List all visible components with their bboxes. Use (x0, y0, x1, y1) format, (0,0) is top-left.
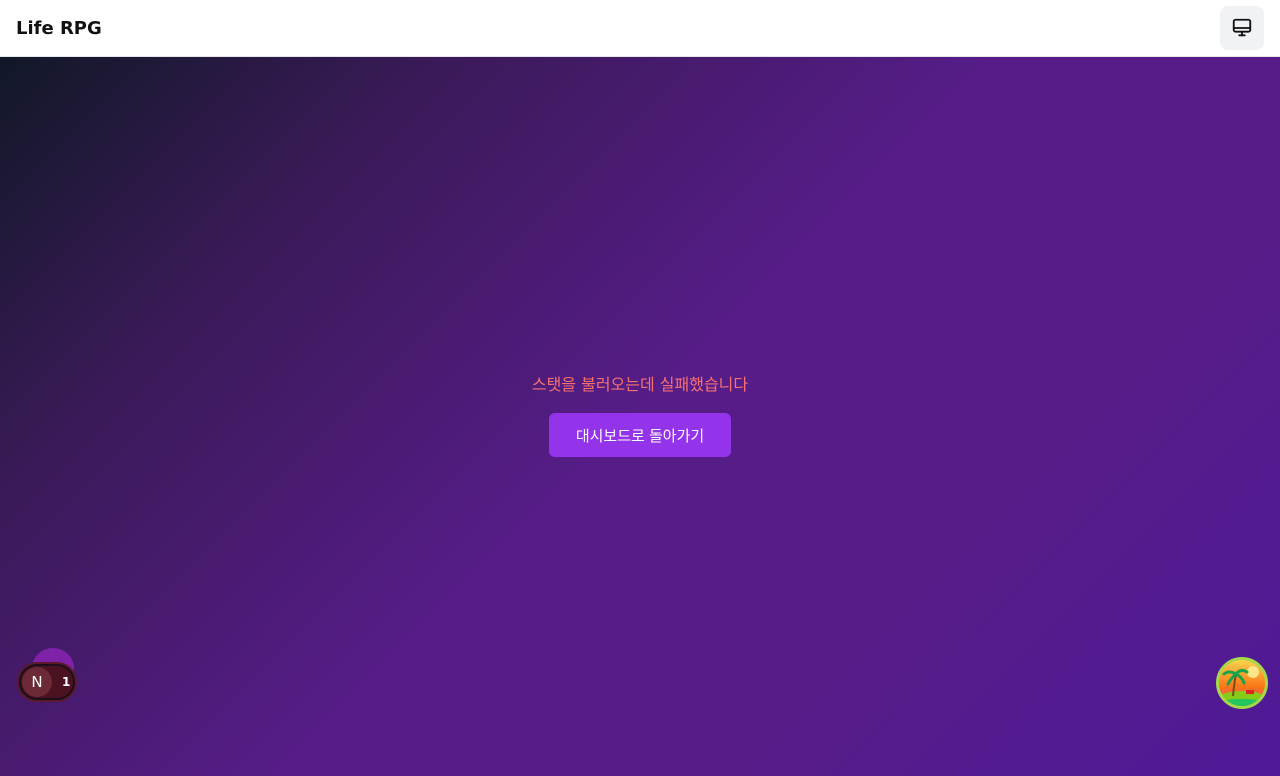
avatar-button[interactable] (1216, 657, 1268, 709)
error-panel: 스탯을 불러오는데 실패했습니다 대시보드로 돌아가기 (0, 375, 1280, 457)
monitor-icon (1232, 18, 1252, 37)
back-to-dashboard-button[interactable]: 대시보드로 돌아가기 (549, 413, 731, 457)
top-bar: Life RPG (0, 0, 1280, 57)
dev-tools-indicator[interactable]: N 1 (17, 662, 77, 702)
island-avatar-icon (1219, 660, 1265, 706)
app-title[interactable]: Life RPG (16, 18, 102, 39)
error-message: 스탯을 불러오는데 실패했습니다 (531, 375, 749, 394)
main-content: 스탯을 불러오는데 실패했습니다 대시보드로 돌아가기 N 1 (0, 57, 1280, 776)
dev-issue-count: 1 (62, 675, 71, 689)
device-toggle-button[interactable] (1220, 6, 1264, 50)
dev-logo-icon: N (22, 667, 52, 697)
